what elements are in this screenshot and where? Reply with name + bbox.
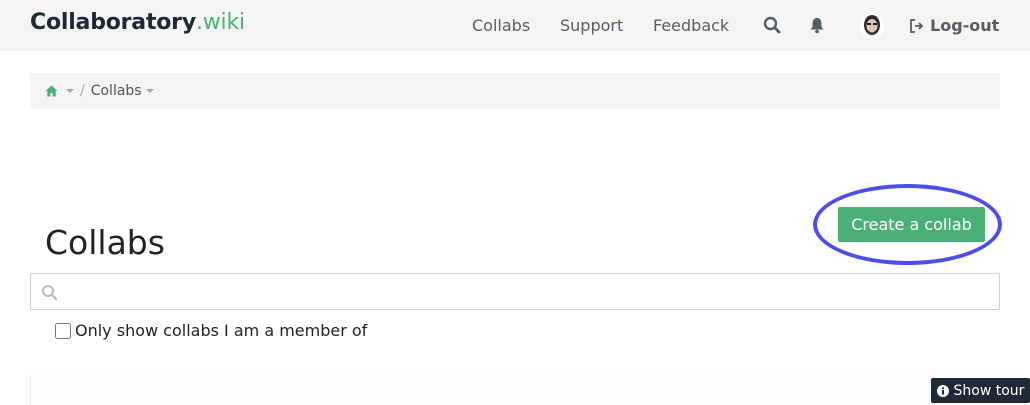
breadcrumb-collabs[interactable]: Collabs xyxy=(91,83,154,99)
breadcrumb-separator: / xyxy=(80,83,85,99)
sign-out-icon xyxy=(910,18,924,33)
brand-suffix: .wiki xyxy=(195,10,245,35)
breadcrumb: / Collabs xyxy=(30,73,1000,109)
nav-collabs-link[interactable]: Collabs xyxy=(472,16,530,35)
search-icon xyxy=(42,285,58,301)
brand-name: Collaboratory xyxy=(30,10,196,35)
chevron-down-icon xyxy=(145,89,154,93)
top-navbar: Collaboratory.wiki Collabs Support Feedb… xyxy=(0,0,1030,51)
nav-feedback-link[interactable]: Feedback xyxy=(653,16,729,35)
collab-list-area xyxy=(30,375,1000,405)
logout-button[interactable]: Log-out xyxy=(909,16,999,35)
search-input[interactable] xyxy=(69,274,989,309)
breadcrumb-label: Collabs xyxy=(90,83,142,99)
member-filter[interactable]: Only show collabs I am a member of xyxy=(55,321,367,340)
breadcrumb-home[interactable] xyxy=(45,85,74,97)
create-collab-button[interactable]: Create a collab xyxy=(838,207,985,242)
member-filter-checkbox[interactable] xyxy=(55,322,71,339)
home-icon xyxy=(45,85,58,97)
user-avatar[interactable] xyxy=(860,13,884,39)
logout-label: Log-out xyxy=(930,16,1000,35)
brand-logo[interactable]: Collaboratory.wiki xyxy=(30,10,245,35)
collab-search-box[interactable] xyxy=(30,273,1000,310)
bell-icon[interactable] xyxy=(808,16,828,36)
page-title: Collabs xyxy=(45,223,165,262)
nav-support-link[interactable]: Support xyxy=(560,16,623,35)
search-icon[interactable] xyxy=(763,16,783,36)
show-tour-button[interactable]: Show tour xyxy=(931,378,1030,403)
info-icon xyxy=(936,384,949,397)
chevron-down-icon xyxy=(66,89,74,93)
member-filter-label: Only show collabs I am a member of xyxy=(75,321,368,340)
show-tour-label: Show tour xyxy=(953,382,1025,399)
